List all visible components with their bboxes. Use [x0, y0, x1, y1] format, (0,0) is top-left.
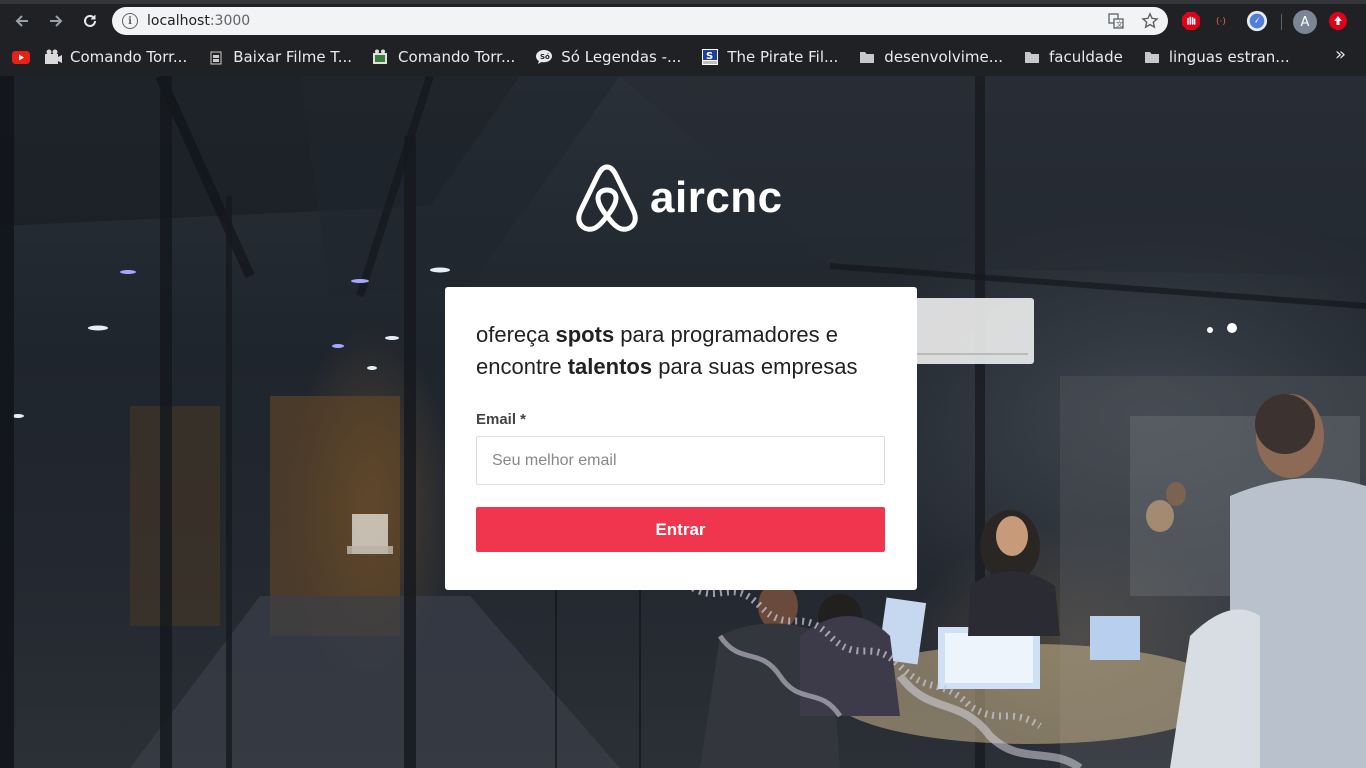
bookmarks-bar: Comando Torr... Baixar Filme T... Comand… [0, 40, 1366, 74]
svg-text:(·): (·) [1216, 17, 1226, 27]
speech-bubble-icon: Só [535, 49, 553, 65]
adblock-extension-icon[interactable] [1180, 10, 1202, 32]
logo-wordmark: aircnc [650, 173, 783, 222]
profile-avatar[interactable]: A [1293, 10, 1317, 34]
extension-signal-icon[interactable]: (·) [1213, 10, 1235, 32]
url-port: :3000 [209, 13, 251, 29]
bookmarks-overflow-button[interactable]: » [1335, 44, 1346, 65]
bookmark-label: Só Legendas -... [561, 48, 682, 66]
bookmark-folder[interactable]: linguas estran... [1143, 43, 1290, 71]
site-s-icon: S [701, 49, 719, 65]
film-icon [372, 49, 390, 65]
headline-highlight-spots: spots [555, 322, 615, 347]
browser-toolbar: i localhost:3000 文 (·) A [0, 4, 1366, 38]
svg-text:文: 文 [1116, 20, 1123, 29]
site-info-icon[interactable]: i [122, 13, 138, 29]
update-available-icon[interactable] [1327, 10, 1349, 32]
toolbar-divider [1281, 14, 1282, 30]
profile-initial: A [1300, 14, 1310, 30]
back-button[interactable] [8, 7, 36, 35]
bookmark-label: Comando Torr... [398, 48, 516, 66]
aircnc-logo: aircnc [576, 162, 788, 234]
bookmark-youtube[interactable] [12, 43, 30, 71]
bookmark-item[interactable]: Só Só Legendas -... [535, 43, 681, 71]
folder-icon [1143, 49, 1161, 65]
bookmark-label: The Pirate Fil... [727, 48, 839, 66]
bookmark-label: faculdade [1049, 48, 1123, 66]
folder-icon [1023, 49, 1041, 65]
film-icon [44, 49, 62, 65]
forward-arrow-icon [50, 15, 63, 27]
extension-compass-icon[interactable] [1246, 10, 1268, 32]
bookmark-label: desenvolvime... [884, 48, 1004, 66]
svg-text:S: S [706, 51, 713, 62]
login-card: ofereça spots para programadores e encon… [445, 287, 917, 590]
url-text[interactable]: localhost:3000 [147, 13, 250, 29]
browser-chrome: i localhost:3000 文 (·) A Comando Torr...… [0, 0, 1366, 76]
bookmark-item[interactable]: Comando Torr... [44, 43, 187, 71]
bookmark-folder[interactable]: faculdade [1023, 43, 1123, 71]
film-reel-icon [207, 49, 225, 65]
headline-highlight-talentos: talentos [567, 354, 653, 379]
reload-icon [84, 14, 96, 27]
bookmark-star-icon[interactable] [1140, 11, 1160, 31]
bookmark-label: Comando Torr... [70, 48, 188, 66]
folder-icon [858, 49, 876, 65]
back-arrow-icon [15, 15, 28, 27]
bookmark-folder[interactable]: desenvolvime... [858, 43, 1003, 71]
bookmark-item[interactable]: Baixar Filme T... [207, 43, 352, 71]
airbnb-belo-icon [576, 164, 638, 232]
headline-text: para programadores e [614, 322, 838, 347]
bookmark-label: Baixar Filme T... [233, 48, 353, 66]
headline-text: ofereça [476, 322, 556, 347]
svg-text:Só: Só [540, 53, 550, 61]
translate-icon[interactable]: 文 [1106, 11, 1126, 31]
page-viewport: aircnc ofereça spots para programadores … [0, 76, 1366, 768]
email-input[interactable] [476, 436, 885, 485]
url-host: localhost [147, 13, 210, 29]
forward-button[interactable] [42, 7, 70, 35]
reload-button[interactable] [76, 7, 104, 35]
headline-text: para suas empresas [652, 354, 858, 379]
address-bar[interactable]: i localhost:3000 文 [112, 7, 1168, 35]
email-label: Email * [476, 411, 527, 428]
youtube-icon [12, 49, 30, 65]
card-headline: ofereça spots para programadores e encon… [476, 319, 887, 383]
bookmark-label: linguas estran... [1168, 48, 1290, 66]
bookmark-item[interactable]: Comando Torr... [372, 43, 515, 71]
bookmark-item[interactable]: S The Pirate Fil... [701, 43, 838, 71]
submit-button[interactable]: Entrar [476, 507, 885, 552]
headline-text: encontre [476, 354, 568, 379]
